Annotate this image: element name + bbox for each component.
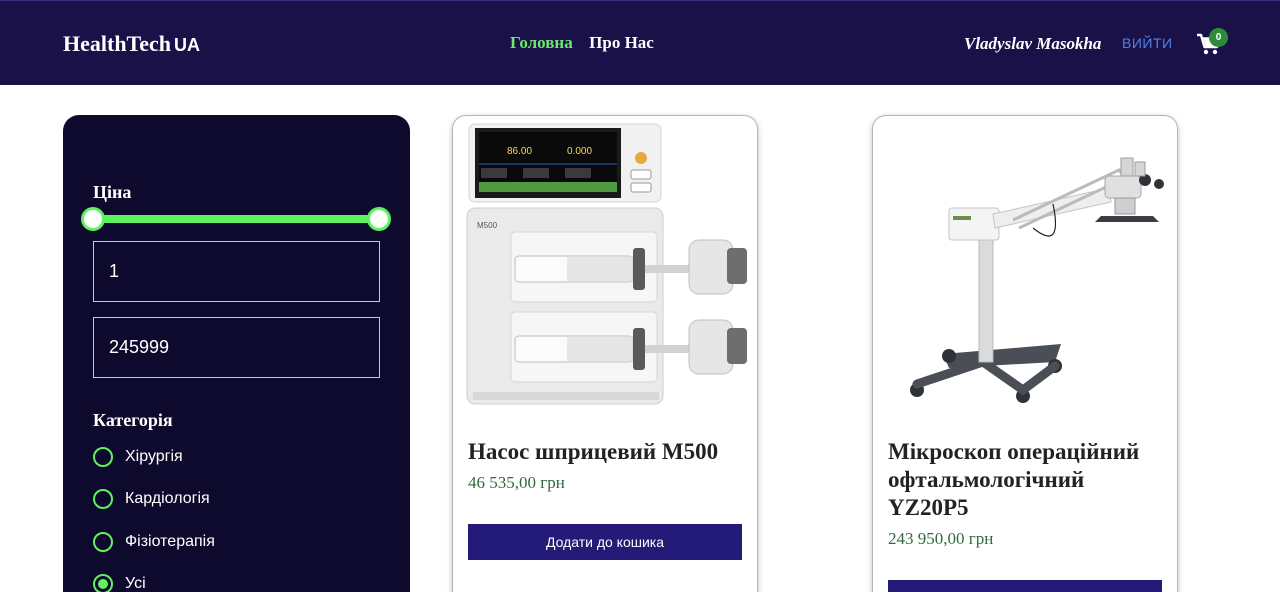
category-label: Усі bbox=[125, 575, 146, 592]
product-card: 86.00 0.000 M500 Насос шприцевий M500 46… bbox=[452, 115, 758, 592]
nav-link-home[interactable]: Головна bbox=[510, 33, 573, 52]
radio-button-selected[interactable] bbox=[93, 574, 113, 592]
category-option-surgery[interactable]: Хірургія bbox=[93, 446, 183, 468]
nav-link-about[interactable]: Про Нас bbox=[589, 33, 654, 52]
product-price: 46 535,00 грн bbox=[468, 473, 565, 492]
add-to-cart-button[interactable]: Додати до кошика bbox=[468, 524, 742, 560]
price-range-max-handle[interactable] bbox=[367, 207, 391, 231]
price-range-min-handle[interactable] bbox=[81, 207, 105, 231]
logout-button[interactable]: ВИЙТИ bbox=[1122, 35, 1173, 51]
add-to-cart-button[interactable]: Додати до кошика bbox=[888, 580, 1162, 592]
product-card: Мікроскоп операційний офтальмологічний Y… bbox=[872, 115, 1178, 592]
category-option-physiotherapy[interactable]: Фізіотерапія bbox=[93, 531, 215, 553]
category-option-cardiology[interactable]: Кардіологія bbox=[93, 488, 210, 510]
product-title[interactable]: Мікроскоп операційний офтальмологічний Y… bbox=[888, 438, 1168, 522]
category-label: Фізіотерапія bbox=[125, 533, 215, 550]
cart-count-badge: 0 bbox=[1209, 28, 1228, 47]
radio-button[interactable] bbox=[93, 447, 113, 467]
microscope-image[interactable] bbox=[883, 122, 1169, 412]
main-nav: Головна Про Нас bbox=[510, 33, 666, 53]
radio-dot bbox=[98, 579, 108, 589]
product-price: 243 950,00 грн bbox=[888, 529, 994, 548]
logo-main-text: HealthTech bbox=[63, 31, 171, 56]
syringe-pump-image[interactable]: 86.00 0.000 M500 bbox=[463, 122, 749, 412]
top-navbar: HealthTech UA Головна Про Нас Vladyslav M… bbox=[0, 0, 1280, 85]
category-label: Кардіологія bbox=[125, 490, 210, 507]
category-option-all[interactable]: Усі bbox=[93, 573, 146, 592]
category-label: Хірургія bbox=[125, 448, 183, 465]
model-label: M500 bbox=[477, 221, 498, 230]
screen-rate-value: 86.00 bbox=[507, 146, 532, 157]
category-filter-title: Категорія bbox=[93, 410, 173, 430]
price-max-input[interactable] bbox=[93, 317, 380, 378]
radio-button[interactable] bbox=[93, 489, 113, 509]
user-name[interactable]: Vladyslav Masokha bbox=[964, 34, 1101, 54]
product-title[interactable]: Насос шприцевий M500 bbox=[468, 438, 748, 466]
screen-volume-value: 0.000 bbox=[567, 146, 592, 157]
logo-suffix-text: UA bbox=[173, 35, 200, 55]
price-range-track[interactable] bbox=[93, 215, 379, 223]
filter-sidebar: Ціна Категорія Хірургія Кардіологія Фізі… bbox=[63, 115, 410, 592]
price-filter-title: Ціна bbox=[93, 182, 132, 202]
price-min-input[interactable] bbox=[93, 241, 380, 302]
radio-button[interactable] bbox=[93, 532, 113, 552]
site-logo[interactable]: HealthTech UA bbox=[63, 31, 200, 57]
